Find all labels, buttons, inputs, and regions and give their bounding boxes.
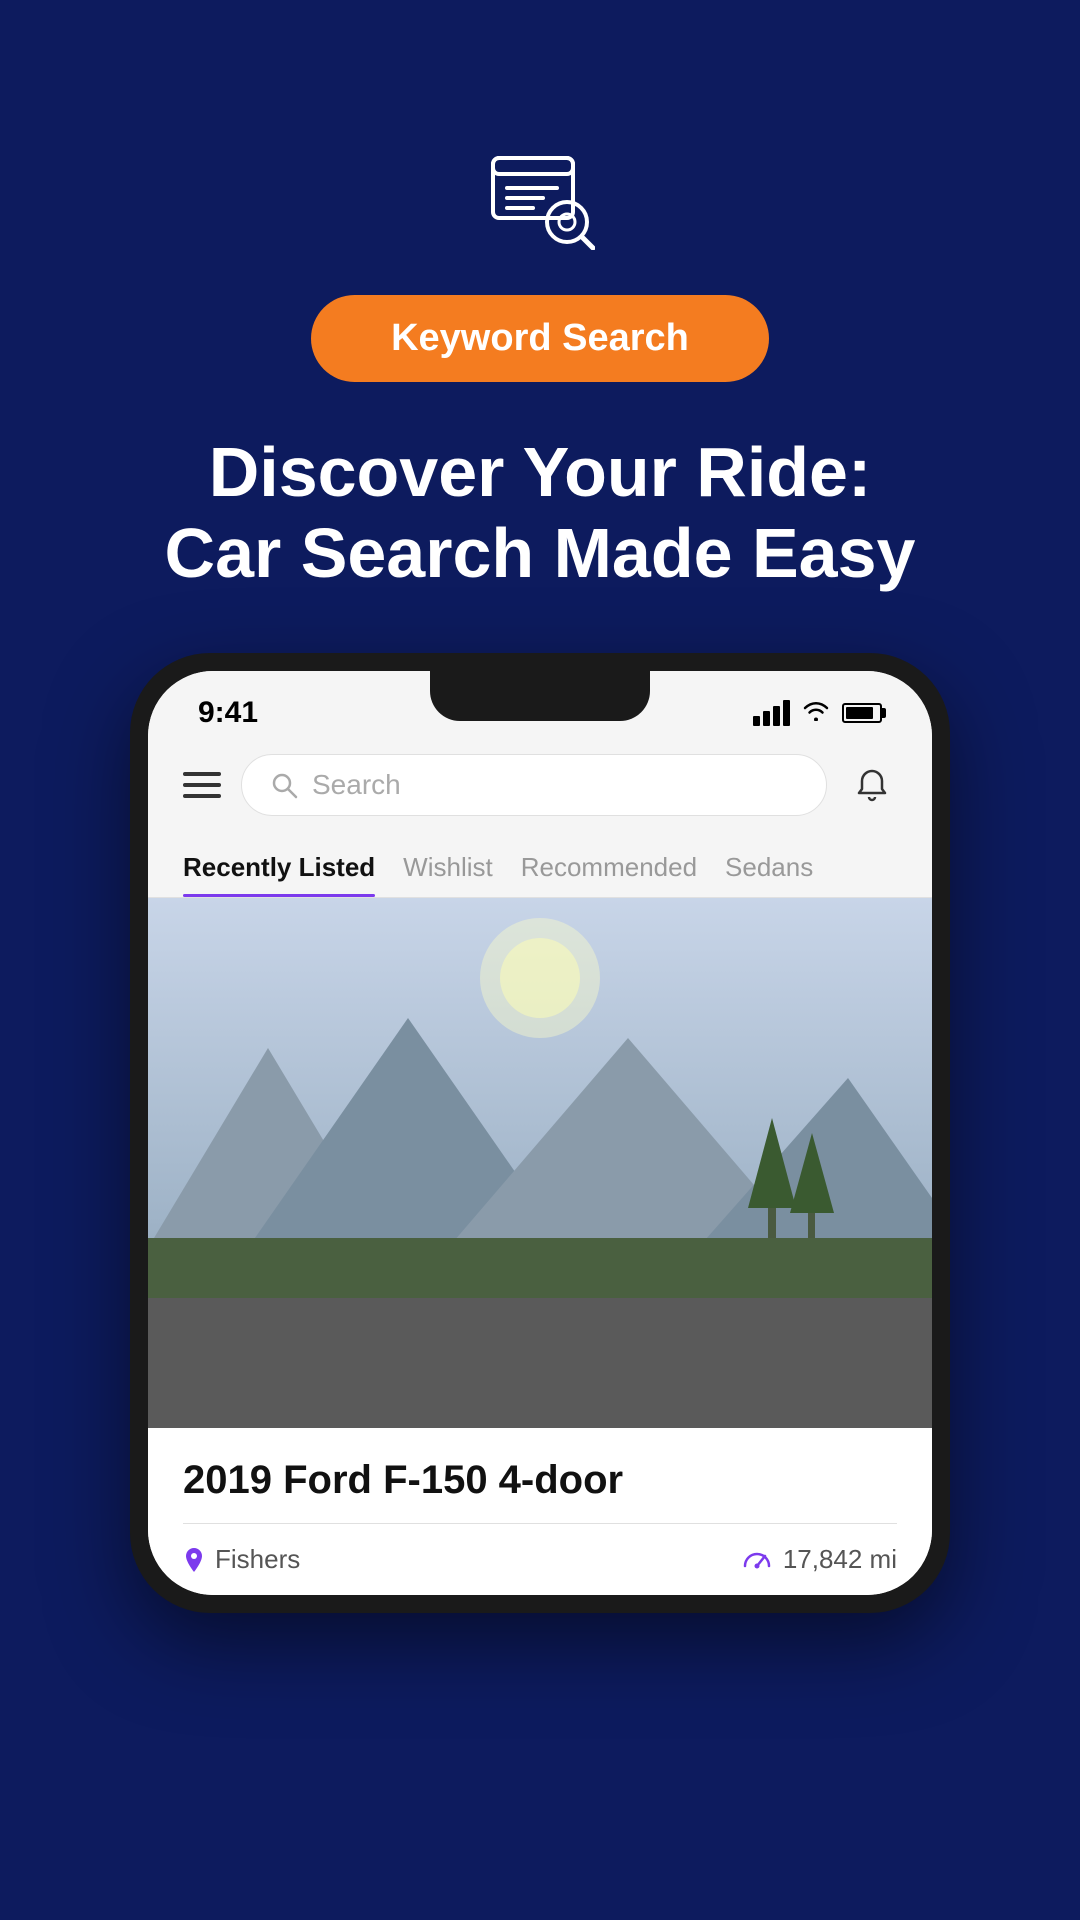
car-mileage: 17,842 mi	[741, 1544, 897, 1575]
phone-frame: 9:41	[130, 653, 950, 1613]
tab-wishlist[interactable]: Wishlist	[403, 834, 521, 897]
keyword-search-button[interactable]: Keyword Search	[311, 295, 769, 382]
search-input-label: Search	[312, 769, 401, 801]
app-header: Search	[148, 736, 932, 834]
car-bg-scenery	[148, 898, 932, 1428]
car-divider	[183, 1523, 897, 1524]
search-bar[interactable]: Search	[241, 754, 827, 816]
notification-icon[interactable]	[847, 760, 897, 810]
status-icons	[753, 699, 882, 727]
car-image: F	[148, 898, 932, 1428]
app-logo-icon	[485, 140, 595, 295]
signal-icon	[753, 700, 790, 726]
battery-icon	[842, 703, 882, 723]
search-icon	[270, 771, 298, 799]
tab-recommended[interactable]: Recommended	[521, 834, 725, 897]
menu-icon[interactable]	[183, 772, 221, 798]
car-listing-card[interactable]: F	[148, 898, 932, 1595]
car-meta: Fishers 17,842 mi	[183, 1544, 897, 1575]
tab-sedans[interactable]: Sedans	[725, 834, 841, 897]
location-text: Fishers	[215, 1544, 300, 1575]
category-tabs: Recently Listed Wishlist Recommended Sed…	[148, 834, 932, 898]
phone-screen: 9:41	[148, 671, 932, 1595]
status-time: 9:41	[198, 696, 258, 730]
speedometer-icon	[741, 1546, 773, 1574]
wifi-icon	[802, 699, 830, 727]
tab-recently-listed[interactable]: Recently Listed	[183, 834, 403, 897]
car-info-section: 2019 Ford F-150 4-door Fishers	[148, 1428, 932, 1595]
hero-title: Discover Your Ride: Car Search Made Easy	[105, 432, 976, 593]
top-section: Keyword Search Discover Your Ride: Car S…	[0, 0, 1080, 653]
location-icon	[183, 1546, 205, 1574]
phone-mockup: 9:41	[130, 653, 950, 1613]
phone-notch	[430, 671, 650, 721]
mileage-text: 17,842 mi	[783, 1544, 897, 1575]
car-title: 2019 Ford F-150 4-door	[183, 1458, 897, 1503]
car-location: Fishers	[183, 1544, 300, 1575]
